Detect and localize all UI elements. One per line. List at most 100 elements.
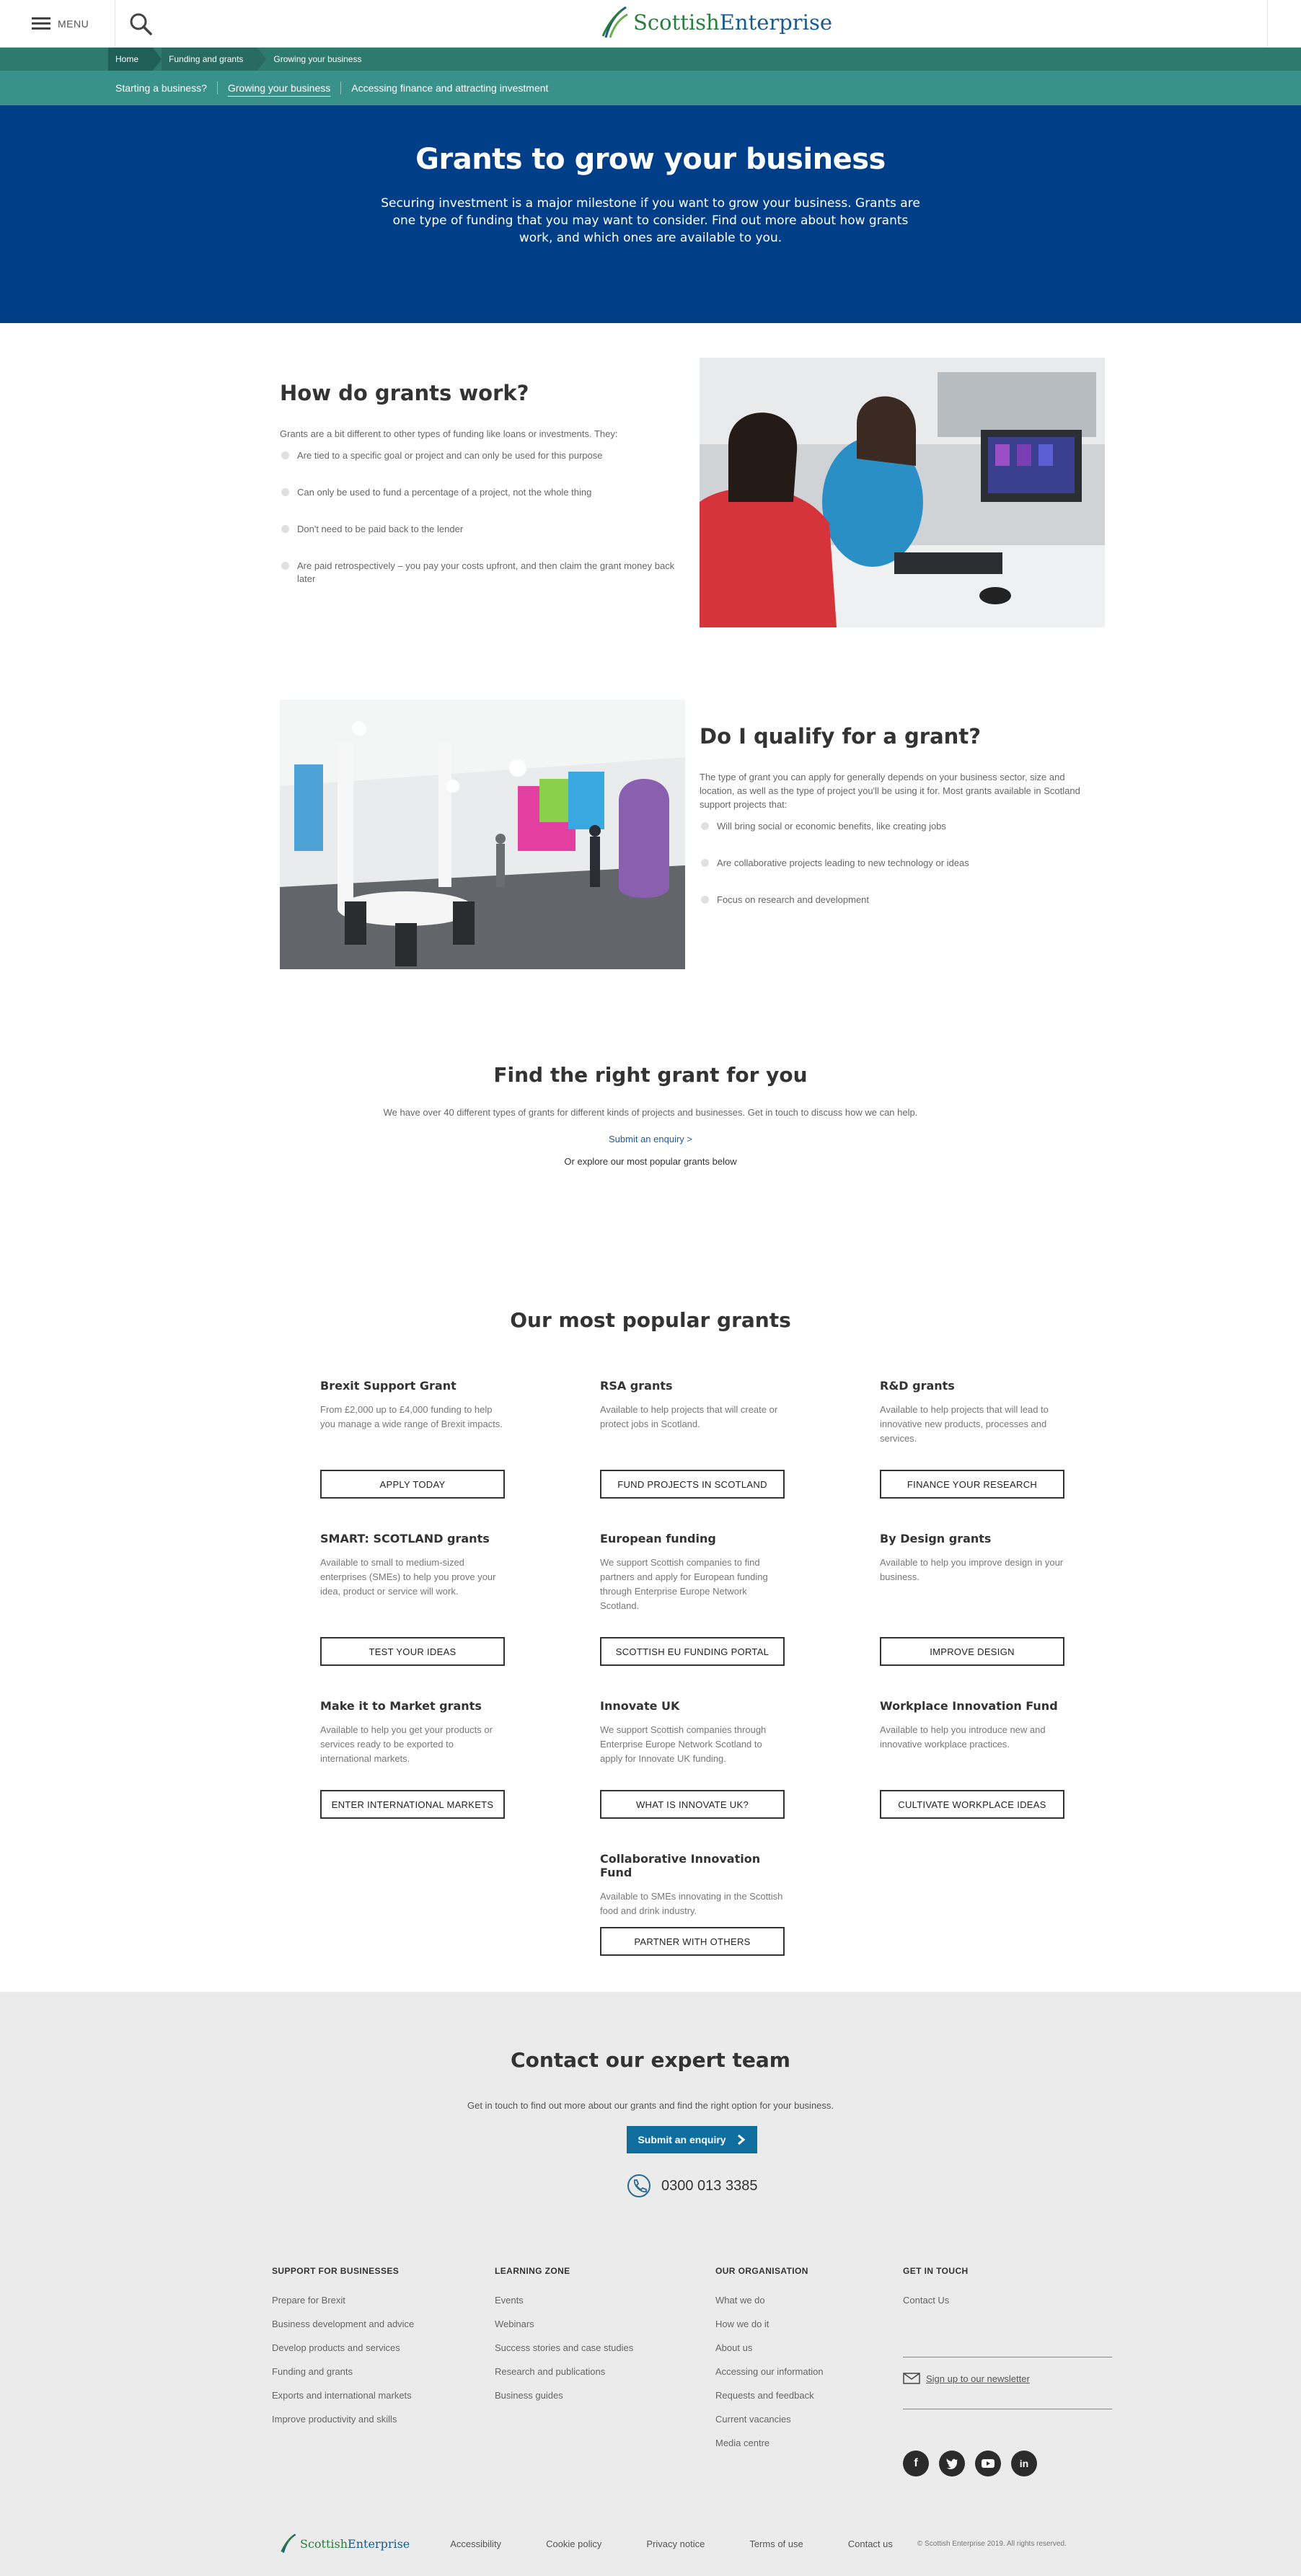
footer-link[interactable]: Current vacancies [715,2414,824,2425]
search-button[interactable] [115,0,166,48]
footer-logo[interactable]: ScottishEnterprise [280,2533,410,2554]
grant-title: Workplace Innovation Fund [880,1699,1058,1713]
breadcrumb-current: Growing your business [273,54,362,64]
subnav-finance[interactable]: Accessing finance and attracting investm… [341,81,558,94]
how-intro: Grants are a bit different to other type… [280,428,618,439]
workplace-ideas-button[interactable]: CULTIVATE WORKPLACE IDEAS [880,1790,1064,1819]
chevron-right-icon [737,2134,745,2145]
international-markets-button[interactable]: ENTER INTERNATIONAL MARKETS [320,1790,505,1819]
footer-link[interactable]: Requests and feedback [715,2390,824,2401]
office-people-photo [700,358,1105,627]
footer-link[interactable]: Accessing our information [715,2366,824,2377]
breadcrumb-separator [257,48,267,71]
partner-with-others-button[interactable]: PARTNER WITH OTHERS [600,1927,785,1956]
footer-organisation-column: OUR ORGANISATION What we do How we do it… [715,2266,824,2461]
search-icon [130,13,152,35]
breadcrumb-funding[interactable]: Funding and grants [162,48,258,71]
grant-card: By Design grants Available to help you i… [880,1532,1069,1666]
hero-text: Securing investment is a major milestone… [381,196,920,245]
footer-link[interactable]: Events [495,2295,633,2306]
qualify-section: Do I qualify for a grant? The type of gr… [700,724,1105,930]
footer-bottom-link[interactable]: Privacy notice [646,2538,705,2549]
grant-title: Brexit Support Grant [320,1379,457,1393]
footer-heading: LEARNING ZONE [495,2266,570,2276]
twitter-icon[interactable] [939,2451,965,2476]
facebook-icon[interactable]: f [903,2451,929,2476]
phone-text: 0300 013 3385 [661,2177,758,2194]
contact-title: Contact our expert team [511,2048,790,2072]
hero-banner: Grants to grow your business Securing in… [0,105,1301,323]
menu-label: MENU [58,17,89,30]
footer-link[interactable]: How we do it [715,2319,824,2329]
envelope-icon [903,2373,920,2384]
qualify-bullet: Are collaborative projects leading to ne… [700,857,1089,870]
newsletter-link[interactable]: Sign up to our newsletter [903,2373,1030,2384]
site-logo[interactable]: ScottishEnterprise [600,4,832,40]
apply-today-button[interactable]: APPLY TODAY [320,1470,505,1499]
hamburger-icon [32,17,50,30]
breadcrumb-home[interactable]: Home [108,48,154,71]
innovate-uk-button[interactable]: WHAT IS INNOVATE UK? [600,1790,785,1819]
breadcrumb: Home Funding and grants Growing your bus… [0,48,1301,71]
grant-text: Available to help you improve design in … [880,1557,1064,1582]
contact-us-link[interactable]: Contact Us [903,2295,969,2306]
footer-link[interactable]: Funding and grants [272,2366,414,2377]
footer-bottom-link[interactable]: Cookie policy [546,2538,601,2549]
grant-card: SMART: SCOTLAND grants Available to smal… [320,1532,509,1666]
grant-text: Available to help projects that will lea… [880,1404,1049,1444]
how-bullet: Can only be used to fund a percentage of… [280,486,684,499]
footer-link[interactable]: About us [715,2342,824,2353]
find-grant-section: Find the right grant for you We have ove… [0,1063,1301,1167]
how-title: How do grants work? [280,381,529,405]
footer-link[interactable]: Media centre [715,2438,824,2448]
menu-button[interactable]: MENU [0,0,115,48]
grant-card: RSA grants Available to help projects th… [600,1379,789,1499]
footer-bottom-link[interactable]: Accessibility [450,2538,501,2549]
footer-heading: SUPPORT FOR BUSINESSES [272,2266,400,2276]
phone-number[interactable]: 0300 013 3385 [627,2174,757,2198]
footer-link[interactable]: Business development and advice [272,2319,414,2329]
submit-enquiry-link[interactable]: Submit an enquiry > [609,1134,692,1144]
social-links: f in [903,2451,1037,2476]
submit-enquiry-button[interactable]: Submit an enquiry [627,2126,757,2153]
newsletter-label: Sign up to our newsletter [926,2373,1030,2384]
footer-bottom-link[interactable]: Terms of use [749,2538,803,2549]
finance-research-button[interactable]: FINANCE YOUR RESEARCH [880,1470,1064,1499]
youtube-icon[interactable] [975,2451,1001,2476]
logo-word-scottish: Scottish [300,2536,348,2551]
improve-design-button[interactable]: IMPROVE DESIGN [880,1637,1064,1666]
contact-footer-area: Contact our expert team Get in touch to … [0,1992,1301,2576]
subnav-growing[interactable]: Growing your business [218,81,342,94]
how-grants-work-section: How do grants work? Grants are a bit dif… [280,381,684,609]
footer-link[interactable]: Business guides [495,2390,633,2401]
subnav-starting[interactable]: Starting a business? [115,81,218,94]
footer-link[interactable]: Webinars [495,2319,633,2329]
logo-word-enterprise: Enterprise [719,10,832,35]
grant-card: Brexit Support Grant From £2,000 up to £… [320,1379,509,1499]
how-bullet: Are tied to a specific goal or project a… [280,449,684,462]
footer-link[interactable]: Success stories and case studies [495,2342,633,2353]
footer-link[interactable]: Research and publications [495,2366,633,2377]
footer-link[interactable]: Prepare for Brexit [272,2295,414,2306]
footer-support-column: SUPPORT FOR BUSINESSES Prepare for Brexi… [272,2266,414,2438]
fund-projects-button[interactable]: FUND PROJECTS IN SCOTLAND [600,1470,785,1499]
footer-bottom-link[interactable]: Contact us [848,2538,893,2549]
logo-mark-icon [281,2533,296,2553]
grant-text: Available to help projects that will cre… [600,1404,778,1429]
eu-funding-portal-button[interactable]: SCOTTISH EU FUNDING PORTAL [600,1637,785,1666]
how-bullet: Don't need to be paid back to the lender [280,523,684,536]
footer-link[interactable]: Develop products and services [272,2342,414,2353]
qualify-title: Do I qualify for a grant? [700,724,982,749]
footer-link[interactable]: What we do [715,2295,824,2306]
phone-icon [627,2174,650,2197]
grant-card: Make it to Market grants Available to he… [320,1699,509,1819]
grant-text: Available to help you get your products … [320,1724,493,1764]
footer-link[interactable]: Improve productivity and skills [272,2414,414,2425]
qualify-bullet: Will bring social or economic benefits, … [700,820,1089,833]
footer-link[interactable]: Exports and international markets [272,2390,414,2401]
test-ideas-button[interactable]: TEST YOUR IDEAS [320,1637,505,1666]
grant-card: Collaborative Innovation Fund Available … [600,1852,789,1956]
qualify-bullet: Focus on research and development [700,894,1089,907]
linkedin-icon[interactable]: in [1011,2451,1037,2476]
grant-card: Innovate UK We support Scottish companie… [600,1699,789,1819]
